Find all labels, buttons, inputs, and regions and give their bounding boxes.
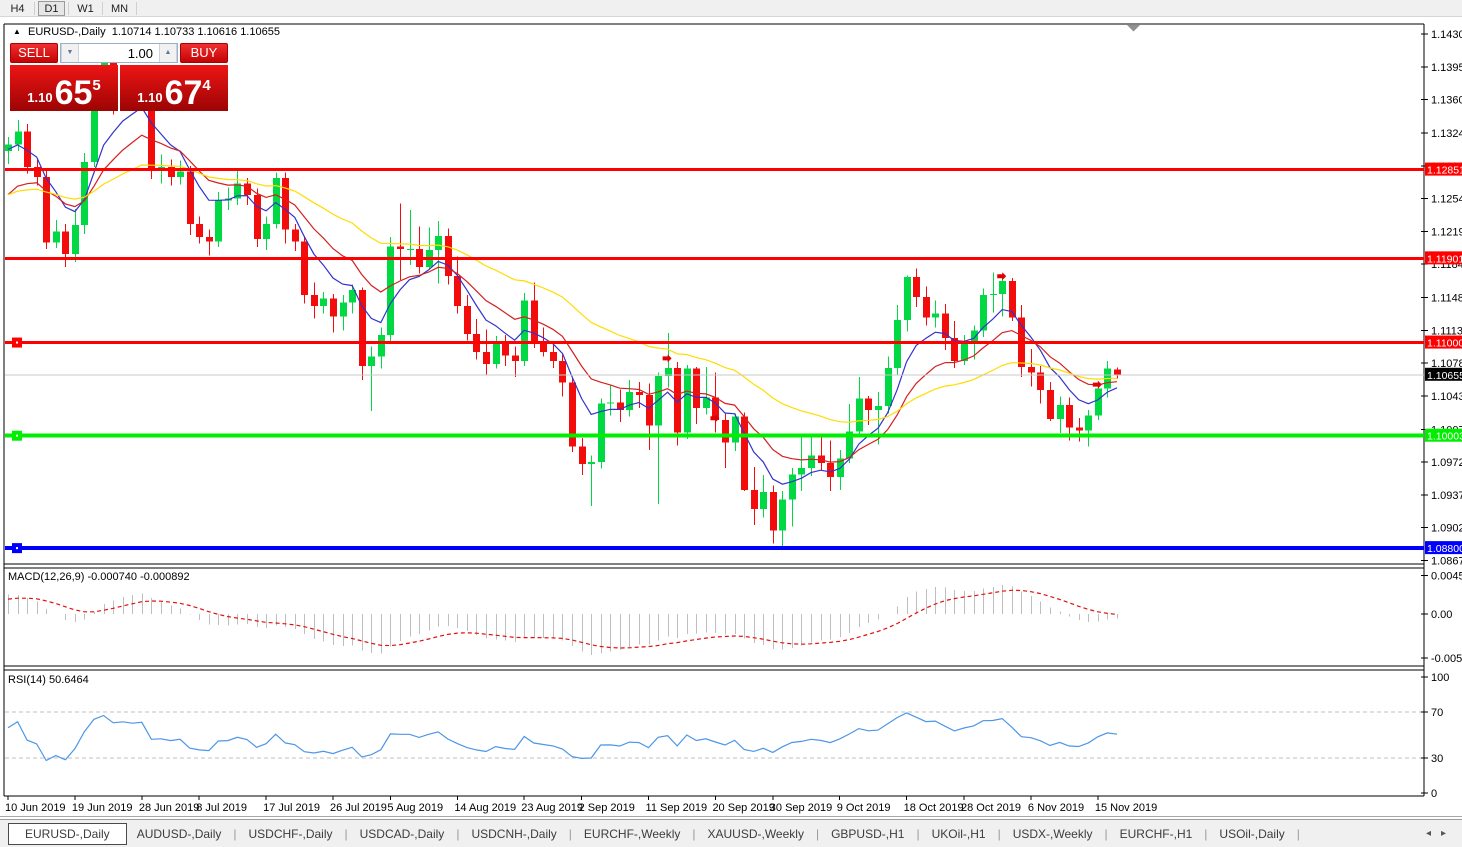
chart-tab[interactable]: EURUSD-,Daily [8, 823, 127, 845]
svg-text:1.12190: 1.12190 [1431, 226, 1462, 238]
svg-text:1.10655: 1.10655 [1427, 370, 1462, 382]
volume-increase-button[interactable]: ▲ [159, 44, 177, 62]
svg-text:1.11000: 1.11000 [1427, 338, 1462, 350]
symbol-header: ▲ EURUSD-,Daily 1.10714 1.10733 1.10616 … [13, 26, 280, 38]
chart-tab[interactable]: EURCHF-,H1 [1110, 824, 1203, 844]
ask-big-digits: 67 [165, 78, 203, 108]
svg-text:6 Nov 2019: 6 Nov 2019 [1028, 802, 1084, 814]
svg-text:9 Oct 2019: 9 Oct 2019 [837, 802, 891, 814]
tab-separator: | [1297, 827, 1300, 841]
bid-quote[interactable]: 1.10 65 5 [10, 65, 118, 111]
svg-text:8 Jul 2019: 8 Jul 2019 [196, 802, 247, 814]
svg-text:17 Jul 2019: 17 Jul 2019 [263, 802, 320, 814]
svg-text:28 Oct 2019: 28 Oct 2019 [961, 802, 1021, 814]
chart-tabbar: EURUSD-,DailyAUDUSD-,Daily|USDCHF-,Daily… [0, 819, 1462, 847]
svg-text:30: 30 [1431, 753, 1443, 765]
volume-input[interactable] [79, 44, 159, 62]
one-click-trading-panel: SELL ▼ ▲ BUY 1.10 65 5 1.10 67 4 [10, 43, 228, 111]
svg-text:1.13600: 1.13600 [1431, 95, 1462, 107]
svg-text:1.14300: 1.14300 [1431, 29, 1462, 41]
chart-tab[interactable]: UKOil-,H1 [922, 824, 996, 844]
symbol-ohlc-values: 1.10714 1.10733 1.10616 1.10655 [112, 26, 280, 38]
svg-text:28 Jun 2019: 28 Jun 2019 [139, 802, 200, 814]
svg-text:20 Sep 2019: 20 Sep 2019 [712, 802, 774, 814]
svg-text:23 Aug 2019: 23 Aug 2019 [521, 802, 583, 814]
volume-stepper: ▼ ▲ [60, 43, 178, 63]
svg-text:1.12540: 1.12540 [1431, 194, 1462, 206]
svg-text:5 Aug 2019: 5 Aug 2019 [387, 802, 443, 814]
svg-text:1.13950: 1.13950 [1431, 62, 1462, 74]
volume-decrease-button[interactable]: ▼ [61, 44, 79, 62]
svg-text:1.08670: 1.08670 [1431, 555, 1462, 567]
svg-text:2 Sep 2019: 2 Sep 2019 [579, 802, 635, 814]
svg-text:1.13240: 1.13240 [1431, 128, 1462, 140]
symbol-name: EURUSD-,Daily [28, 26, 106, 38]
tab-separator: | [916, 827, 919, 841]
svg-text:14 Aug 2019: 14 Aug 2019 [454, 802, 516, 814]
chart-area[interactable]: 1.143001.139501.136001.132401.128901.125… [0, 0, 1462, 847]
svg-text:11 Sep 2019: 11 Sep 2019 [646, 802, 708, 814]
svg-text:1.10430: 1.10430 [1431, 391, 1462, 403]
tab-separator: | [816, 827, 819, 841]
bid-big-digits: 65 [55, 78, 93, 108]
chart-tab[interactable]: XAUUSD-,Weekly [697, 824, 813, 844]
sell-button[interactable]: SELL [10, 43, 58, 63]
chart-tab[interactable]: AUDUSD-,Daily [127, 824, 232, 844]
tab-separator: | [569, 827, 572, 841]
svg-text:1.09370: 1.09370 [1431, 490, 1462, 502]
svg-text:30 Sep 2019: 30 Sep 2019 [770, 802, 832, 814]
svg-text:0.00: 0.00 [1431, 609, 1452, 621]
collapse-triangle-icon[interactable]: ▲ [13, 27, 21, 36]
ask-quote[interactable]: 1.10 67 4 [120, 65, 228, 111]
svg-text:1.10003: 1.10003 [1427, 431, 1462, 443]
chart-tab[interactable]: EURCHF-,Weekly [574, 824, 690, 844]
chart-tab[interactable]: USDCNH-,Daily [461, 824, 566, 844]
ask-pip-digit: 4 [202, 77, 210, 94]
svg-text:0: 0 [1431, 788, 1437, 800]
ask-prefix: 1.10 [137, 90, 162, 105]
svg-text:19 Jun 2019: 19 Jun 2019 [72, 802, 133, 814]
svg-text:1.11901: 1.11901 [1427, 253, 1462, 265]
chart-tab[interactable]: USDX-,Weekly [1003, 824, 1103, 844]
rsi-label: RSI(14) 50.6464 [8, 674, 89, 686]
tab-separator: | [998, 827, 1001, 841]
chart-tab[interactable]: GBPUSD-,H1 [821, 824, 914, 844]
svg-text:18 Oct 2019: 18 Oct 2019 [904, 802, 964, 814]
tab-scroll-arrows[interactable]: ◂▸ [1426, 828, 1456, 839]
tab-separator: | [233, 827, 236, 841]
macd-label: MACD(12,26,9) -0.000740 -0.000892 [8, 571, 190, 583]
svg-text:15 Nov 2019: 15 Nov 2019 [1095, 802, 1157, 814]
svg-text:-0.005205: -0.005205 [1431, 653, 1462, 665]
svg-text:100: 100 [1431, 672, 1449, 684]
mt4-window: H4D1W1MN 1.143001.139501.136001.132401.1… [0, 0, 1462, 847]
bid-pip-digit: 5 [92, 77, 100, 94]
bid-prefix: 1.10 [27, 90, 52, 105]
buy-button[interactable]: BUY [180, 43, 228, 63]
svg-text:1.09720: 1.09720 [1431, 457, 1462, 469]
svg-text:1.08800: 1.08800 [1427, 543, 1462, 555]
tab-separator: | [1105, 827, 1108, 841]
tab-separator: | [1204, 827, 1207, 841]
svg-text:70: 70 [1431, 707, 1443, 719]
tab-separator: | [456, 827, 459, 841]
tab-separator: | [345, 827, 348, 841]
svg-text:1.12851: 1.12851 [1427, 165, 1462, 177]
svg-text:1.09020: 1.09020 [1431, 523, 1462, 535]
chart-tab[interactable]: USDCAD-,Daily [350, 824, 455, 844]
svg-text:26 Jul 2019: 26 Jul 2019 [330, 802, 387, 814]
chart-tab[interactable]: USDCHF-,Daily [239, 824, 343, 844]
svg-text:1.11480: 1.11480 [1431, 293, 1462, 305]
tab-separator: | [692, 827, 695, 841]
chart-tab[interactable]: USOil-,Daily [1209, 824, 1294, 844]
svg-text:0.004536: 0.004536 [1431, 570, 1462, 582]
svg-text:10 Jun 2019: 10 Jun 2019 [5, 802, 66, 814]
